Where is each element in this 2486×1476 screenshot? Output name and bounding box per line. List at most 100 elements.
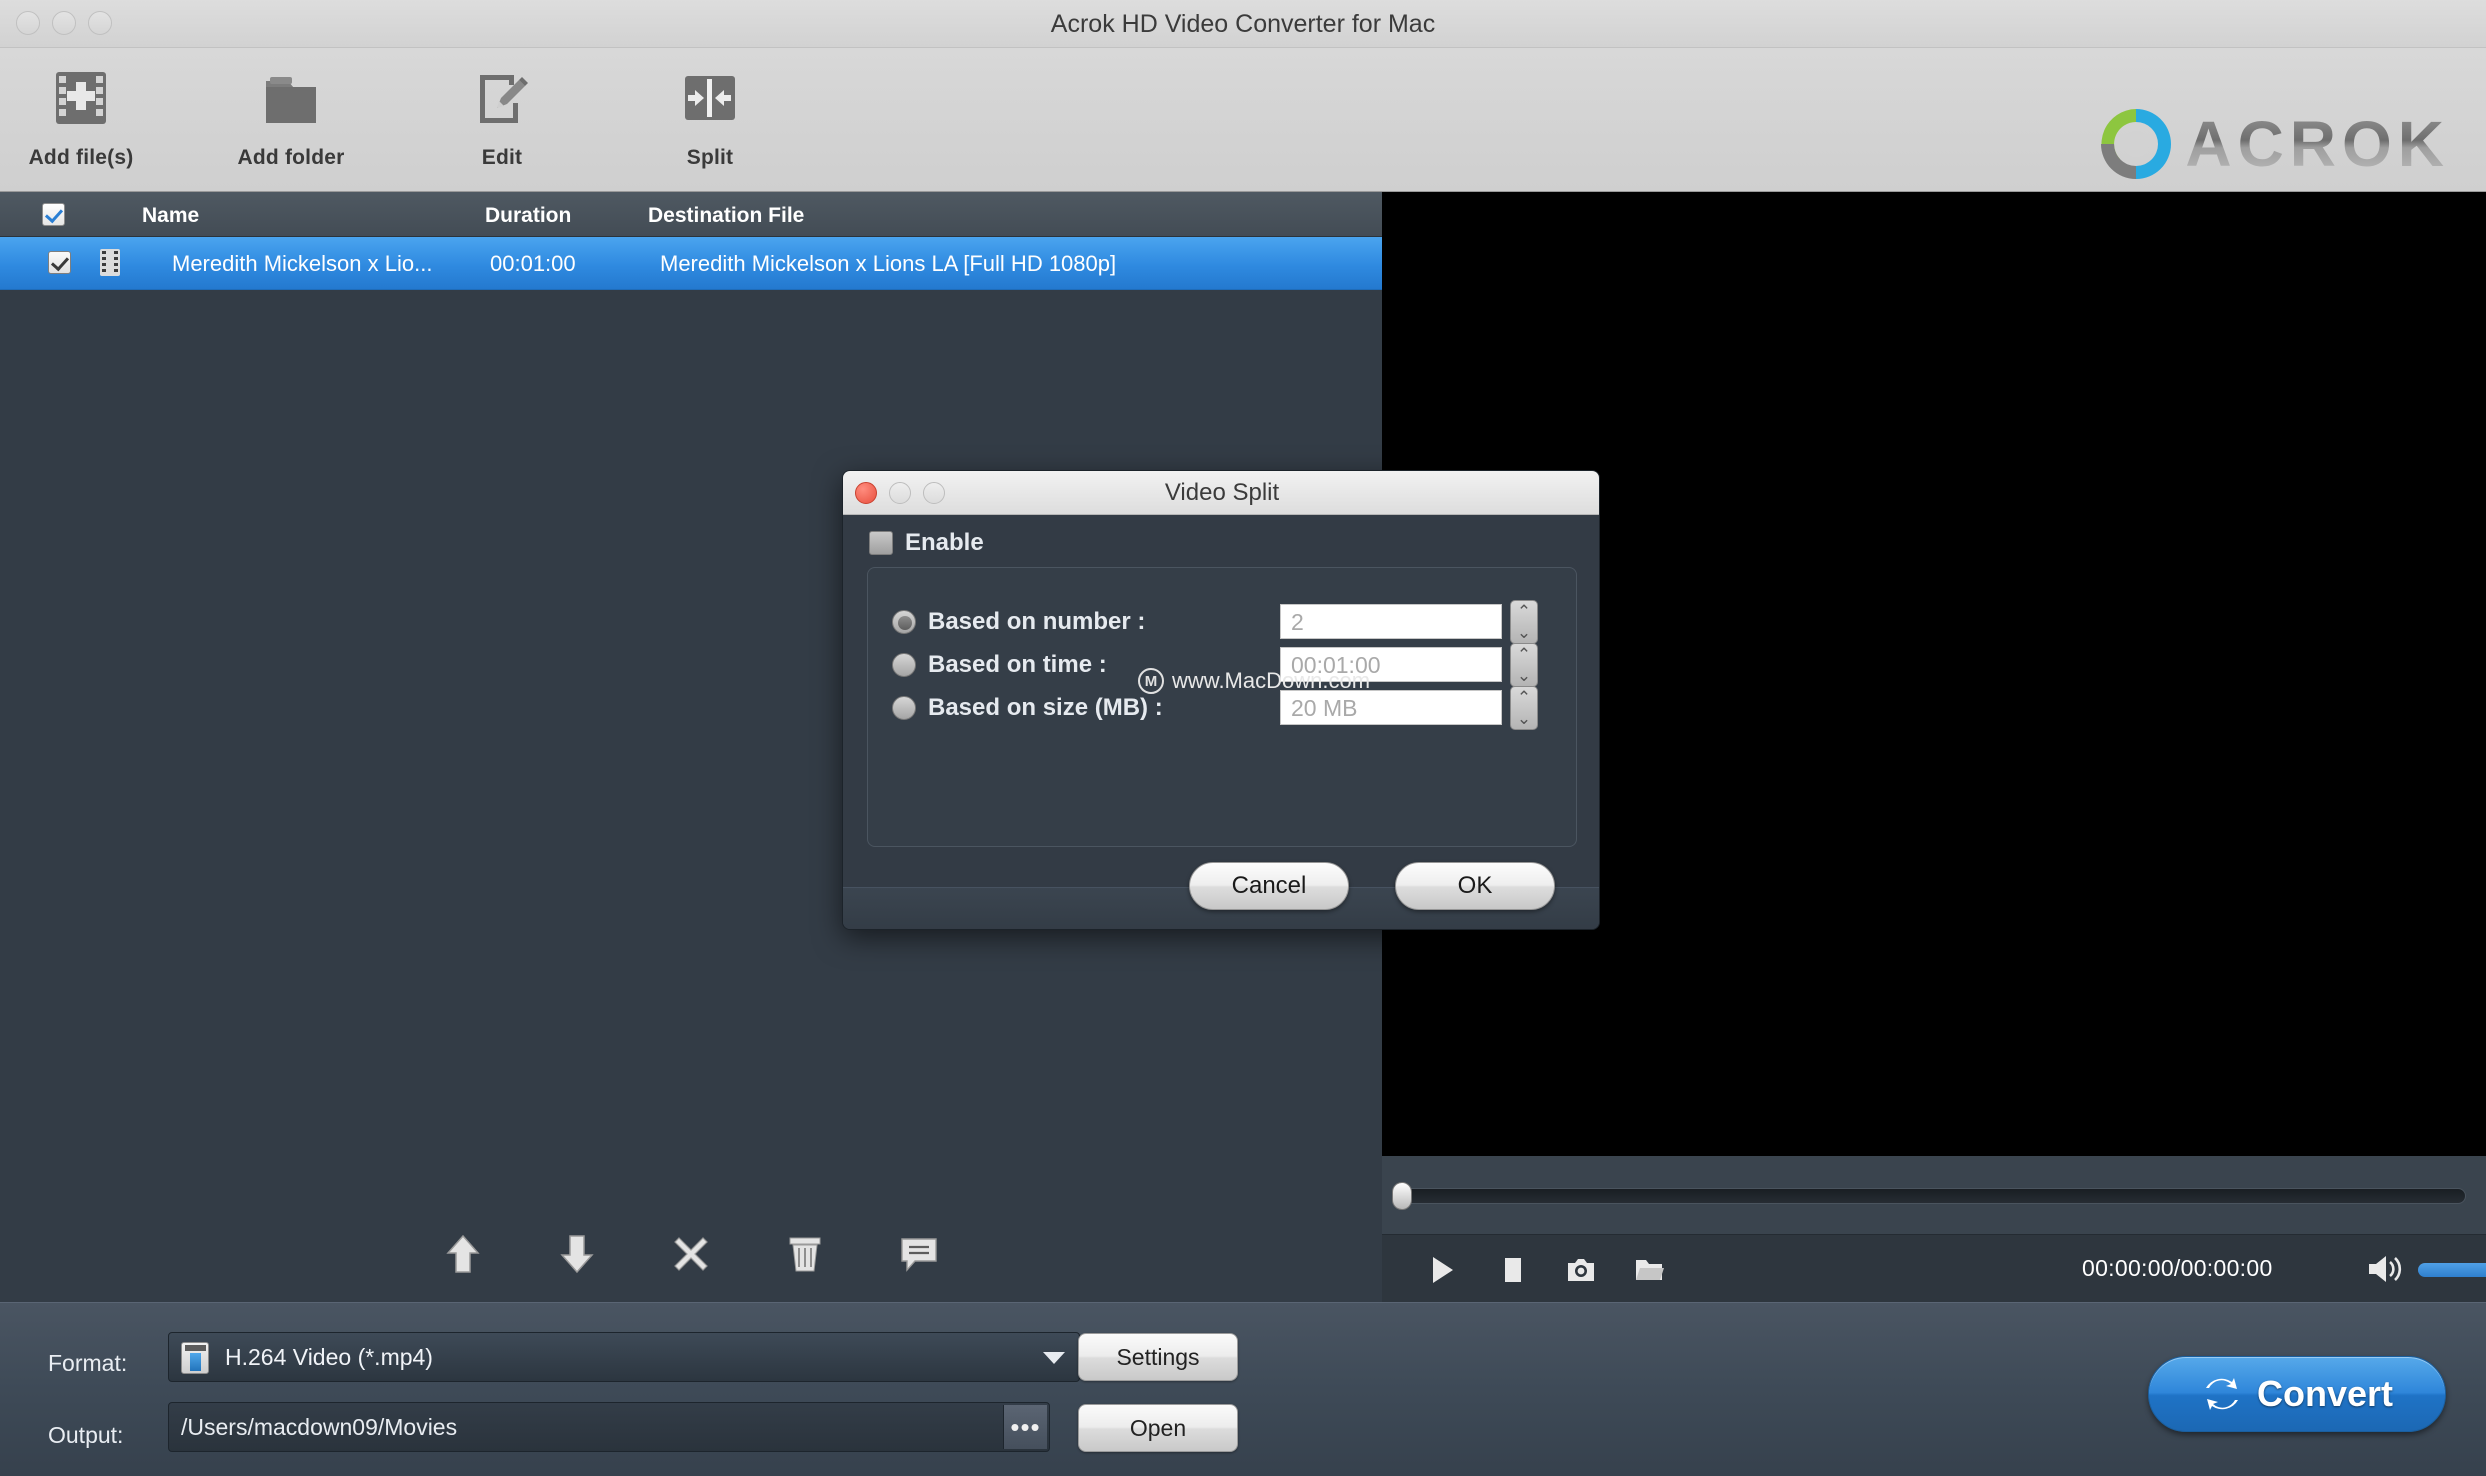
player-controls-bar: 00:00:00/00:00:00 xyxy=(1382,1234,2486,1302)
size-stepper[interactable]: ⌃ ⌄ xyxy=(1510,686,1538,730)
stepper-down-icon[interactable]: ⌄ xyxy=(1517,710,1531,727)
dialog-footer: Cancel OK xyxy=(843,862,1599,929)
stepper-up-icon[interactable]: ⌃ xyxy=(1517,603,1531,620)
player-time-display: 00:00:00/00:00:00 xyxy=(2082,1255,2273,1281)
comment-button[interactable] xyxy=(896,1231,942,1277)
row-checkbox[interactable] xyxy=(48,251,71,274)
stop-button[interactable] xyxy=(1492,1249,1534,1291)
stepper-down-icon[interactable]: ⌄ xyxy=(1517,624,1531,641)
acrok-wordmark: ACROK xyxy=(2185,108,2450,180)
window-title: Acrok HD Video Converter for Mac xyxy=(1050,10,1436,38)
enable-row[interactable]: Enable xyxy=(869,529,984,557)
format-label: Format: xyxy=(48,1350,128,1376)
option-based-on-size[interactable]: Based on size (MB) : xyxy=(892,686,1163,730)
enable-checkbox[interactable] xyxy=(869,531,893,555)
seek-bar-track[interactable] xyxy=(1404,1188,2466,1204)
play-icon xyxy=(1433,1257,1453,1283)
ok-button[interactable]: OK xyxy=(1395,862,1555,910)
play-button[interactable] xyxy=(1422,1249,1464,1291)
cancel-button[interactable]: Cancel xyxy=(1189,862,1349,910)
file-list-header: Name Duration Destination File xyxy=(0,192,1382,237)
split-options-group: Based on number : 2 ⌃ ⌄ Based on time : xyxy=(867,567,1577,847)
arrow-down-icon xyxy=(560,1235,594,1274)
format-dropdown[interactable]: H.264 Video (*.mp4) xyxy=(168,1332,1080,1382)
edit-label: Edit xyxy=(481,146,523,169)
row-destination: Meredith Mickelson x Lions LA [Full HD 1… xyxy=(660,251,1117,276)
stepper-up-icon[interactable]: ⌃ xyxy=(1517,689,1531,706)
column-header-duration[interactable]: Duration xyxy=(485,204,571,228)
video-file-icon xyxy=(100,249,120,276)
convert-label: Convert xyxy=(2256,1373,2394,1414)
remove-button[interactable] xyxy=(668,1231,714,1277)
table-row[interactable]: Meredith Mickelson x Lio... 00:01:00 Mer… xyxy=(0,237,1382,290)
comment-icon xyxy=(901,1238,937,1272)
output-path-value: /Users/macdown09/Movies xyxy=(181,1414,458,1440)
add-files-label: Add file(s) xyxy=(28,146,134,169)
trash-icon xyxy=(789,1237,821,1272)
folder-open-icon xyxy=(1636,1260,1664,1280)
dialog-maximize-button xyxy=(923,482,945,504)
size-input-value: 20 MB xyxy=(1291,695,1358,721)
video-split-dialog: Video Split Enable Based on number : 2 ⌃ xyxy=(842,470,1600,930)
row-duration: 00:01:00 xyxy=(490,251,576,276)
stepper-up-icon[interactable]: ⌃ xyxy=(1517,646,1531,663)
arrow-up-icon xyxy=(446,1234,480,1273)
open-button[interactable]: Open xyxy=(1078,1404,1238,1452)
acrok-swirl-icon xyxy=(2101,109,2172,179)
convert-button[interactable]: Convert xyxy=(2148,1356,2446,1432)
main-toolbar: Add file(s) Add folder Edit Split ACROK xyxy=(0,48,2486,192)
split-button[interactable]: Split xyxy=(635,62,785,184)
option-based-on-time[interactable]: Based on time : xyxy=(892,643,1107,687)
clear-all-button[interactable] xyxy=(782,1231,828,1277)
output-label: Output: xyxy=(48,1422,124,1448)
select-all-checkbox[interactable] xyxy=(42,203,65,226)
column-header-destination[interactable]: Destination File xyxy=(648,204,804,228)
seek-bar-container xyxy=(1382,1156,2486,1234)
open-output-folder-button[interactable] xyxy=(1628,1249,1670,1291)
video-file-icon xyxy=(181,1342,209,1374)
add-folder-label: Add folder xyxy=(237,146,345,169)
label-based-on-size: Based on size (MB) : xyxy=(928,694,1163,721)
size-input[interactable]: 20 MB xyxy=(1280,690,1502,725)
time-stepper[interactable]: ⌃ ⌄ xyxy=(1510,643,1538,687)
dialog-minimize-button xyxy=(889,482,911,504)
option-based-on-number[interactable]: Based on number : xyxy=(892,600,1145,644)
number-input[interactable]: 2 xyxy=(1280,604,1502,639)
pencil-edit-icon xyxy=(427,62,577,134)
stepper-down-icon[interactable]: ⌄ xyxy=(1517,667,1531,684)
number-input-value: 2 xyxy=(1291,609,1304,635)
close-x-icon xyxy=(674,1237,708,1271)
volume-slider-track[interactable] xyxy=(2418,1263,2486,1277)
browse-output-button[interactable]: ••• xyxy=(1003,1405,1047,1449)
radio-based-on-size[interactable] xyxy=(892,696,916,720)
camera-icon xyxy=(1568,1259,1594,1281)
edit-button[interactable]: Edit xyxy=(427,62,577,184)
add-folder-button[interactable]: Add folder xyxy=(216,62,366,184)
seek-bar-thumb[interactable] xyxy=(1392,1182,1412,1210)
dialog-body: Enable Based on number : 2 ⌃ ⌄ Based on … xyxy=(843,515,1599,887)
settings-button[interactable]: Settings xyxy=(1078,1333,1238,1381)
chevron-down-icon xyxy=(1043,1352,1065,1364)
label-based-on-number: Based on number : xyxy=(928,608,1146,635)
move-down-button[interactable] xyxy=(554,1231,600,1277)
add-files-button[interactable]: Add file(s) xyxy=(6,62,156,184)
speaker-icon[interactable] xyxy=(2366,1251,2406,1287)
app-window: Acrok HD Video Converter for Mac Add fil… xyxy=(0,0,2486,1476)
file-list-actions xyxy=(0,1206,1382,1302)
split-arrows-icon xyxy=(635,62,785,134)
column-header-name[interactable]: Name xyxy=(142,204,199,228)
refresh-cycle-icon xyxy=(2205,1378,2238,1410)
folder-icon xyxy=(216,62,366,134)
radio-based-on-number[interactable] xyxy=(892,610,916,634)
snapshot-button[interactable] xyxy=(1560,1249,1602,1291)
split-label: Split xyxy=(686,146,734,169)
label-based-on-time: Based on time : xyxy=(928,651,1107,678)
number-stepper[interactable]: ⌃ ⌄ xyxy=(1510,600,1538,644)
row-name: Meredith Mickelson x Lio... xyxy=(172,251,433,276)
radio-based-on-time[interactable] xyxy=(892,653,916,677)
move-up-button[interactable] xyxy=(440,1231,486,1277)
dialog-close-button[interactable] xyxy=(855,482,877,504)
format-value: H.264 Video (*.mp4) xyxy=(225,1344,433,1370)
dialog-title: Video Split xyxy=(1164,479,1280,506)
output-path-field[interactable]: /Users/macdown09/Movies ••• xyxy=(168,1402,1050,1452)
